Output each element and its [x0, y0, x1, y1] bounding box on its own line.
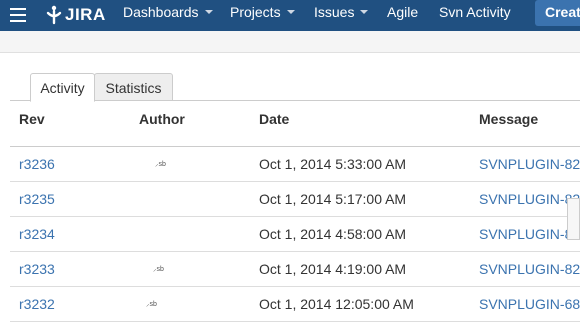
- tab-statistics[interactable]: Statistics: [94, 73, 173, 101]
- nav-agile[interactable]: Agile: [387, 0, 418, 31]
- jira-logo-icon: [46, 5, 62, 25]
- hamburger-menu-icon[interactable]: [10, 8, 26, 22]
- nav-svn-activity-label: Svn Activity: [439, 4, 511, 20]
- table-row: r3235 Oct 1, 2014 5:17:00 AM SVNPLUGIN-8…: [10, 182, 580, 217]
- tab-activity-label: Activity: [40, 80, 85, 96]
- revision-link[interactable]: r3234: [19, 226, 55, 242]
- chevron-down-icon: [360, 10, 369, 15]
- nav-agile-label: Agile: [387, 4, 419, 20]
- commit-date: Oct 1, 2014 12:05:00 AM: [259, 296, 414, 312]
- create-button-label: Creat: [545, 4, 580, 20]
- subheader-bar: [0, 31, 580, 53]
- tab-bar: Activity Statistics: [10, 73, 580, 102]
- author-name: ⸝sb: [155, 161, 166, 168]
- tab-activity[interactable]: Activity: [30, 73, 95, 102]
- top-navigation-bar: JIRA Dashboards Projects Issues Agile Sv…: [0, 0, 580, 31]
- table-row: r3232 ⸝sb Oct 1, 2014 12:05:00 AM SVNPLU…: [10, 287, 580, 322]
- create-button[interactable]: Creat: [535, 0, 580, 26]
- nav-projects-label: Projects: [230, 4, 281, 20]
- nav-projects[interactable]: Projects: [230, 0, 295, 31]
- issue-link[interactable]: SVNPLUGIN-68: [479, 296, 580, 312]
- commit-date: Oct 1, 2014 4:58:00 AM: [259, 226, 407, 242]
- column-header-message[interactable]: Message: [479, 111, 538, 127]
- author-name: ⸝sb: [153, 266, 164, 273]
- table-row: r3236 ⸝sb Oct 1, 2014 5:33:00 AM SVNPLUG…: [10, 147, 580, 182]
- chevron-down-icon: [286, 10, 295, 15]
- table-row: r3233 ⸝sb Oct 1, 2014 4:19:00 AM SVNPLUG…: [10, 252, 580, 287]
- tab-statistics-label: Statistics: [105, 80, 162, 96]
- commit-date: Oct 1, 2014 4:19:00 AM: [259, 261, 407, 277]
- column-header-rev[interactable]: Rev: [19, 111, 45, 127]
- revision-link[interactable]: r3236: [19, 156, 55, 172]
- nav-issues[interactable]: Issues: [314, 0, 369, 31]
- nav-dashboards-label: Dashboards: [123, 4, 199, 20]
- svn-activity-table: Rev Author Date Message r3236 ⸝sb Oct 1,…: [10, 101, 580, 322]
- table-header: Rev Author Date Message: [10, 101, 580, 147]
- logo-text: JIRA: [65, 5, 106, 24]
- column-header-date[interactable]: Date: [259, 111, 289, 127]
- nav-svn-activity[interactable]: Svn Activity: [439, 0, 511, 31]
- author-name: ⸝sb: [146, 301, 157, 308]
- revision-link[interactable]: r3233: [19, 261, 55, 277]
- issue-link[interactable]: SVNPLUGIN-82: [479, 191, 580, 207]
- issue-link[interactable]: SVNPLUGIN-82: [479, 156, 580, 172]
- horizontal-scroll-handle[interactable]: [567, 198, 580, 240]
- jira-logo[interactable]: JIRA: [45, 3, 106, 27]
- issue-link[interactable]: SVNPLUGIN-82: [479, 261, 580, 277]
- commit-date: Oct 1, 2014 5:33:00 AM: [259, 156, 407, 172]
- revision-link[interactable]: r3232: [19, 296, 55, 312]
- nav-issues-label: Issues: [314, 4, 355, 20]
- column-header-author[interactable]: Author: [139, 111, 185, 127]
- revision-link[interactable]: r3235: [19, 191, 55, 207]
- table-row: r3234 Oct 1, 2014 4:58:00 AM SVNPLUGIN-8…: [10, 217, 580, 252]
- commit-date: Oct 1, 2014 5:17:00 AM: [259, 191, 407, 207]
- chevron-down-icon: [204, 10, 213, 15]
- issue-link[interactable]: SVNPLUGIN-82: [479, 226, 580, 242]
- nav-dashboards[interactable]: Dashboards: [123, 0, 213, 31]
